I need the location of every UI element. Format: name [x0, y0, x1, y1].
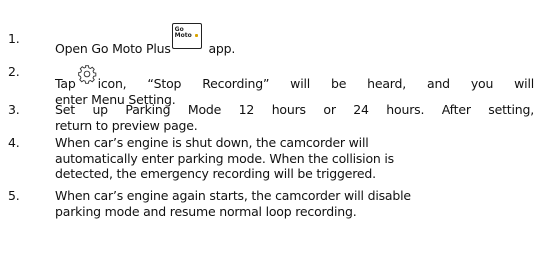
step-4-line-1: When car’s engine is shut down, the camc…: [55, 135, 369, 150]
step-5-line-2: parking mode and resume normal loop reco…: [55, 203, 357, 219]
step-3-line-1: Set up Parking Mode 12 hours or 24 hours…: [55, 102, 534, 117]
step-2-line-1: Tap icon, “Stop Recording” will be heard,…: [55, 64, 534, 92]
step-2-text-before: Tap: [55, 76, 76, 91]
app-icon-logo-line-2: Moto: [174, 32, 192, 39]
step-4-line-2: automatically enter parking mode. When t…: [55, 150, 394, 166]
step-2-text-after: icon, “Stop Recording” will be heard, an…: [97, 76, 535, 91]
step-number: 4.: [8, 135, 20, 150]
step-1-text-after: app.: [208, 41, 236, 56]
go-moto-app-icon: Go Moto: [171, 23, 202, 49]
step-text: When car’s engine again starts, the camc…: [55, 188, 534, 219]
step-text: Set up Parking Mode 12 hours or 24 hours…: [55, 102, 534, 133]
step-number: 5.: [8, 188, 20, 203]
step-number: 2.: [8, 64, 20, 79]
step-text: Tap icon, “Stop Recording” will be heard,…: [55, 64, 534, 107]
step-4-line-3: detected, the emergency recording will b…: [55, 166, 376, 181]
step-3-line-2: return to preview page.: [55, 117, 198, 133]
step-1-text-before: Open Go Moto Plus: [55, 41, 171, 56]
step-number: 1.: [8, 31, 20, 46]
app-icon-logo: Go Moto: [175, 27, 192, 39]
app-icon-accent: [194, 34, 198, 37]
step-text: Open Go Moto Plus Go Moto app.: [55, 23, 534, 57]
gear-icon: [77, 65, 96, 84]
step-5-line-1: When car’s engine again starts, the camc…: [55, 188, 411, 203]
step-text: When car’s engine is shut down, the camc…: [55, 135, 534, 182]
step-number: 3.: [8, 102, 20, 117]
